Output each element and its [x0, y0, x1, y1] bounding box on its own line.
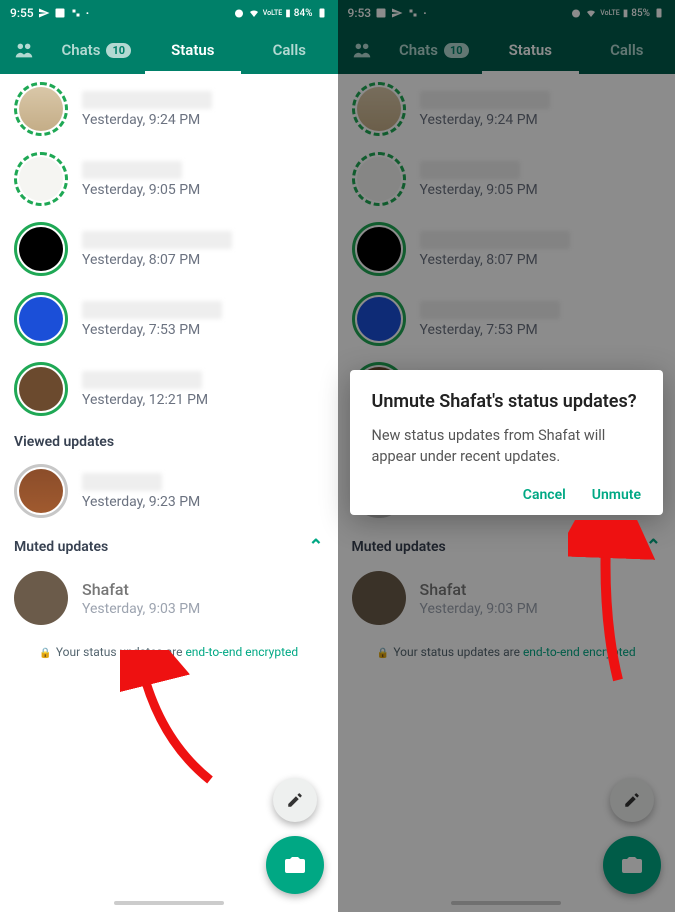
avatar [14, 571, 68, 625]
avatar [19, 157, 63, 201]
avatar [19, 87, 63, 131]
unmute-button[interactable]: Unmute [592, 487, 641, 503]
alarm-icon [233, 7, 245, 19]
contact-name-redacted [82, 231, 232, 249]
signal-icon: ▮ [285, 8, 291, 19]
battery-pct: 84% [294, 8, 313, 19]
cancel-button[interactable]: Cancel [523, 487, 566, 503]
camera-fab[interactable] [266, 836, 324, 894]
contact-name-redacted [82, 91, 212, 109]
unmute-dialog: Unmute Shafat's status updates? New stat… [350, 370, 664, 515]
screenshot-right: 9:53 · VoLTE ▮ 85% Chats 10 Status Calls… [338, 0, 675, 912]
more-icon: · [86, 6, 90, 20]
dialog-title: Unmute Shafat's status updates? [372, 390, 642, 413]
chevron-up-icon: ⌃ [308, 536, 323, 557]
lock-icon: 🔒 [39, 648, 51, 659]
screenshot-left: 9:55 · VoLTE ▮ 84% Chats 10 Status Calls [0, 0, 338, 912]
slack-icon [70, 7, 82, 19]
avatar [19, 227, 63, 271]
status-row[interactable]: Yesterday, 9:23 PM [0, 456, 338, 526]
status-list[interactable]: Yesterday, 9:24 PM Yesterday, 9:05 PM Ye… [0, 74, 338, 894]
tab-status[interactable]: Status [145, 26, 242, 74]
gesture-bar [0, 894, 338, 912]
net-label: VoLTE [263, 10, 282, 17]
encryption-notice: 🔒Your status updates are end-to-end encr… [0, 633, 338, 663]
dialog-body: New status updates from Shafat will appe… [372, 425, 642, 467]
status-row[interactable]: Yesterday, 7:53 PM [0, 284, 338, 354]
contact-name-redacted [82, 473, 162, 491]
contact-name-redacted [82, 371, 202, 389]
status-row[interactable]: Yesterday, 9:05 PM [0, 144, 338, 214]
status-row-muted[interactable]: Shafat Yesterday, 9:03 PM [0, 563, 338, 633]
contact-name: Shafat [82, 580, 324, 599]
viewed-header: Viewed updates [0, 424, 338, 456]
tab-bar: Chats 10 Status Calls [0, 26, 338, 74]
community-tab[interactable] [0, 39, 48, 61]
status-row[interactable]: Yesterday, 8:07 PM [0, 214, 338, 284]
fab-stack [266, 778, 324, 894]
encryption-link[interactable]: end-to-end encrypted [185, 645, 298, 659]
contact-name-redacted [82, 161, 182, 179]
avatar [19, 469, 63, 513]
pencil-fab[interactable] [273, 778, 317, 822]
muted-header[interactable]: Muted updates ⌃ [0, 526, 338, 563]
contact-name-redacted [82, 301, 222, 319]
send-icon [38, 7, 50, 19]
tab-chats[interactable]: Chats 10 [48, 26, 145, 74]
chats-badge: 10 [106, 43, 131, 58]
avatar [19, 297, 63, 341]
wifi-icon [248, 7, 260, 19]
battery-icon [316, 7, 328, 19]
tab-calls[interactable]: Calls [241, 26, 338, 74]
status-row[interactable]: Yesterday, 9:24 PM [0, 74, 338, 144]
clock: 9:55 [10, 6, 34, 20]
avatar [19, 367, 63, 411]
status-row[interactable]: Yesterday, 12:21 PM [0, 354, 338, 424]
statusbar: 9:55 · VoLTE ▮ 84% [0, 0, 338, 26]
image-icon [54, 7, 66, 19]
